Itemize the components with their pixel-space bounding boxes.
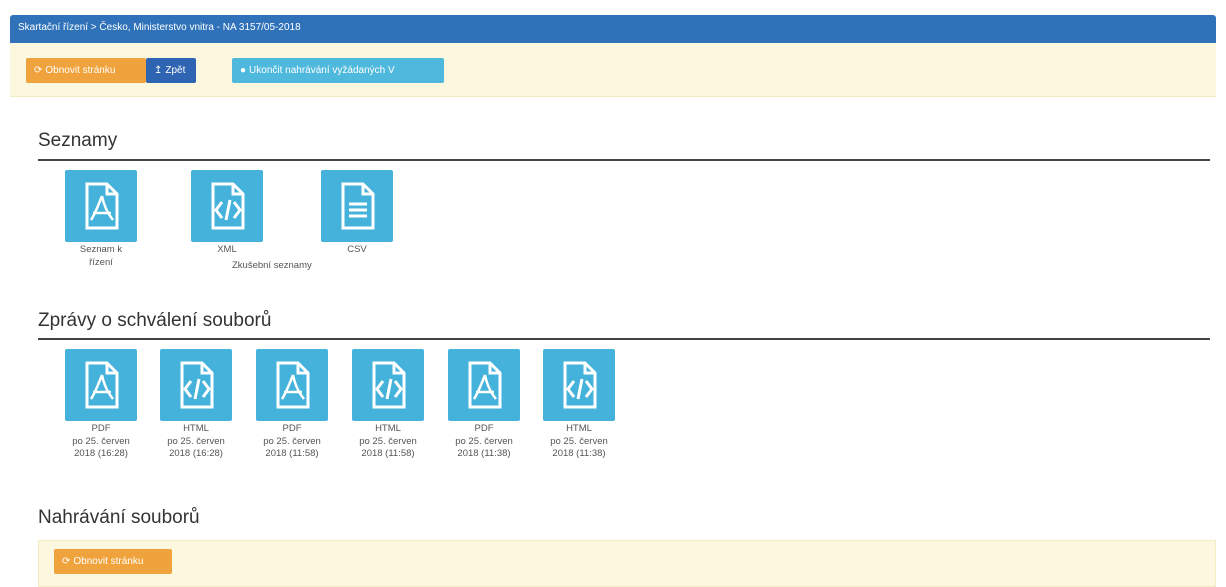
code-file-icon	[352, 349, 424, 421]
section-divider	[38, 338, 1210, 340]
refresh-icon: ⟳	[62, 556, 71, 567]
file-tile-list-csv[interactable]: CSV	[316, 170, 398, 257]
pdf-file-icon	[448, 349, 520, 421]
section-divider	[38, 159, 1210, 161]
section-title-upload: Nahrávání souborů	[38, 507, 200, 528]
file-tile-list-xml[interactable]: XML	[186, 170, 268, 257]
section-title-lists: Seznamy	[38, 130, 118, 151]
file-tile-report-pdf[interactable]: PDF po 25. červen 2018 (11:58)	[251, 349, 333, 461]
check-circle-icon: ●	[240, 65, 247, 76]
file-tile-report-pdf[interactable]: PDF po 25. červen 2018 (11:38)	[443, 349, 525, 461]
file-tile-report-pdf[interactable]: PDF po 25. červen 2018 (16:28)	[60, 349, 142, 461]
code-file-icon	[160, 349, 232, 421]
file-tile-report-html[interactable]: HTML po 25. červen 2018 (16:28)	[155, 349, 237, 461]
test-lists-caption: Zkušební seznamy	[232, 260, 312, 271]
document-file-icon	[321, 170, 393, 242]
pdf-file-icon	[65, 170, 137, 242]
code-file-icon	[191, 170, 263, 242]
window-title-bar: Skartační řízení > Česko, Ministerstvo v…	[10, 15, 1216, 43]
upload-refresh-button[interactable]: ⟳ Obnovit stránku	[54, 549, 172, 574]
upload-panel: ⟳ Obnovit stránku	[38, 540, 1216, 587]
pdf-file-icon	[65, 349, 137, 421]
file-tile-report-html[interactable]: HTML po 25. červen 2018 (11:38)	[538, 349, 620, 461]
finish-upload-button[interactable]: ● Ukončit nahrávání vyžádaných V	[232, 58, 444, 83]
pdf-file-icon	[256, 349, 328, 421]
refresh-icon: ⟳	[34, 65, 43, 76]
code-file-icon	[543, 349, 615, 421]
toolbar: ⟳ Obnovit stránku ↥ Zpět ● Ukončit nahráván…	[10, 43, 1216, 97]
section-title-reports: Zprávy o schválení souborů	[38, 310, 272, 331]
back-button[interactable]: ↥ Zpět	[146, 58, 196, 83]
refresh-button[interactable]: ⟳ Obnovit stránku	[26, 58, 146, 83]
file-tile-list-pdf[interactable]: Seznam k řízení	[60, 170, 142, 269]
back-arrow-icon: ↥	[154, 65, 163, 76]
breadcrumb[interactable]: Skartační řízení > Česko, Ministerstvo v…	[18, 22, 301, 33]
file-tile-report-html[interactable]: HTML po 25. červen 2018 (11:58)	[347, 349, 429, 461]
